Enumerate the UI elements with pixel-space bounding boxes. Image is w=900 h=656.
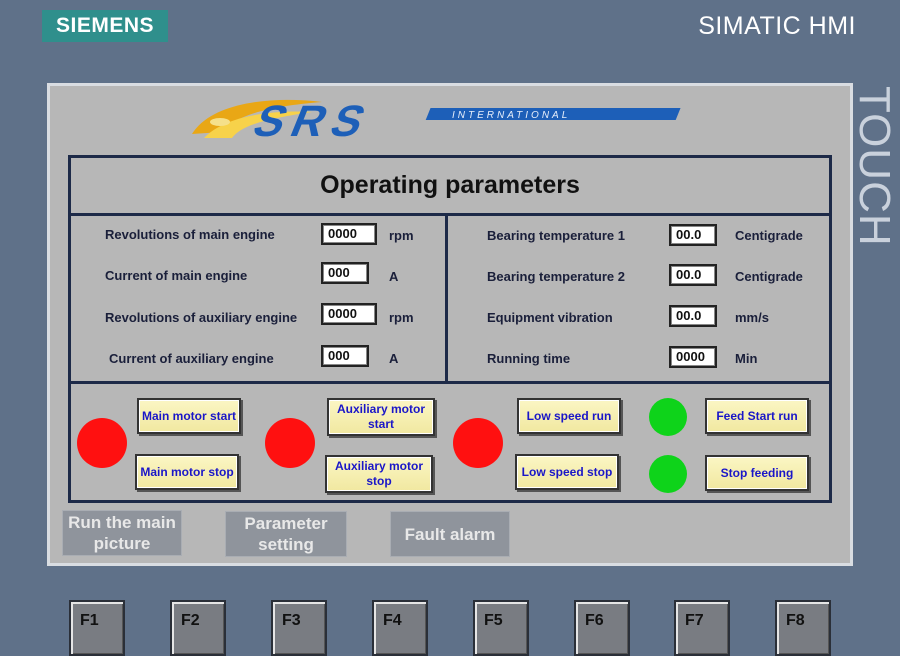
param-field-bearing-temp-2[interactable]: 00.0 bbox=[669, 264, 717, 286]
feed-stop-status-lamp bbox=[649, 455, 687, 493]
logo-srs-text: SRS bbox=[246, 97, 380, 146]
param-field-running-time[interactable]: 0000 bbox=[669, 346, 717, 368]
function-key-f5[interactable]: F5 bbox=[473, 600, 529, 656]
aux-motor-start-button[interactable]: Auxiliary motor start bbox=[327, 398, 435, 436]
divider-columns bbox=[445, 213, 448, 383]
parameter-setting-button[interactable]: Parameter setting bbox=[225, 511, 347, 557]
feed-start-run-button[interactable]: Feed Start run bbox=[705, 398, 809, 434]
fault-alarm-button[interactable]: Fault alarm bbox=[390, 511, 510, 557]
param-unit: A bbox=[389, 269, 399, 284]
param-unit: Centigrade bbox=[735, 228, 803, 243]
run-main-picture-button[interactable]: Run the main picture bbox=[62, 510, 182, 556]
aux-motor-stop-button[interactable]: Auxiliary motor stop bbox=[325, 455, 433, 493]
stop-feeding-button[interactable]: Stop feeding bbox=[705, 455, 809, 491]
param-field-bearing-temp-1[interactable]: 00.0 bbox=[669, 224, 717, 246]
function-key-f7[interactable]: F7 bbox=[674, 600, 730, 656]
param-label: Running time bbox=[487, 351, 571, 366]
param-field-main-rpm[interactable]: 0000 bbox=[321, 223, 377, 245]
function-key-f8[interactable]: F8 bbox=[775, 600, 831, 656]
aux-motor-status-lamp bbox=[265, 418, 315, 468]
main-motor-stop-button[interactable]: Main motor stop bbox=[135, 454, 239, 490]
param-label: Current of auxiliary engine bbox=[109, 351, 274, 366]
function-key-f3[interactable]: F3 bbox=[271, 600, 327, 656]
param-label: Bearing temperature 1 bbox=[487, 228, 625, 243]
function-key-f1[interactable]: F1 bbox=[69, 600, 125, 656]
param-label: Current of main engine bbox=[105, 268, 248, 283]
divider-controls bbox=[71, 381, 829, 384]
divider-title bbox=[71, 213, 829, 216]
param-unit: Centigrade bbox=[735, 269, 803, 284]
main-motor-status-lamp bbox=[77, 418, 127, 468]
param-unit: Min bbox=[735, 351, 758, 366]
device-model-label: SIMATIC HMI bbox=[698, 12, 856, 40]
low-speed-run-button[interactable]: Low speed run bbox=[517, 398, 621, 434]
param-unit: rpm bbox=[389, 228, 414, 243]
touch-label: TOUCH bbox=[850, 86, 899, 247]
param-field-main-current[interactable]: 000 bbox=[321, 262, 369, 284]
param-label: Revolutions of main engine bbox=[105, 227, 275, 242]
function-key-f4[interactable]: F4 bbox=[372, 600, 428, 656]
srs-international-logo: SRS INTERNATIONAL bbox=[192, 97, 681, 146]
siemens-logo: SIEMENS bbox=[42, 10, 168, 42]
param-unit: A bbox=[389, 351, 399, 366]
main-motor-start-button[interactable]: Main motor start bbox=[137, 398, 241, 434]
param-field-aux-rpm[interactable]: 0000 bbox=[321, 303, 377, 325]
operating-parameters-panel: Operating parameters Revolutions of main… bbox=[68, 155, 832, 503]
function-key-f2[interactable]: F2 bbox=[170, 600, 226, 656]
param-label: Revolutions of auxiliary engine bbox=[105, 310, 298, 325]
param-label: Bearing temperature 2 bbox=[487, 269, 625, 284]
param-label: Equipment vibration bbox=[487, 310, 613, 325]
function-key-f6[interactable]: F6 bbox=[574, 600, 630, 656]
feed-run-status-lamp bbox=[649, 398, 687, 436]
hmi-screen: SRS INTERNATIONAL Operating parameters R… bbox=[47, 83, 853, 566]
param-field-vibration[interactable]: 00.0 bbox=[669, 305, 717, 327]
param-unit: mm/s bbox=[735, 310, 769, 325]
logo-drop bbox=[210, 118, 230, 126]
param-field-aux-current[interactable]: 000 bbox=[321, 345, 369, 367]
logo-international-text: INTERNATIONAL bbox=[452, 110, 570, 121]
page-title: Operating parameters bbox=[320, 171, 580, 199]
low-speed-stop-button[interactable]: Low speed stop bbox=[515, 454, 619, 490]
param-unit: rpm bbox=[389, 310, 414, 325]
low-speed-status-lamp bbox=[453, 418, 503, 468]
